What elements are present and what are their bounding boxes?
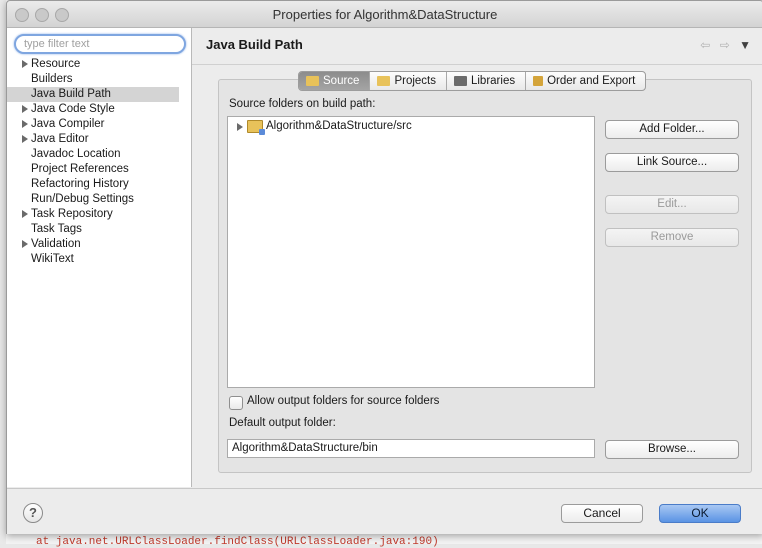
sidebar-item-label: Java Build Path (31, 88, 111, 100)
sidebar-item-task-repository[interactable]: Task Repository (7, 207, 191, 222)
window-title: Properties for Algorithm&DataStructure (272, 7, 498, 22)
expand-arrow-icon[interactable] (22, 105, 28, 113)
edit-button[interactable]: Edit... (605, 195, 739, 214)
ok-button[interactable]: OK (659, 504, 741, 523)
sidebar-item-label: Resource (31, 58, 81, 70)
sidebar-item-refactoring-history[interactable]: Refactoring History (7, 177, 191, 192)
dialog-footer: ? Cancel OK (7, 488, 762, 534)
sidebar-item-javadoc-location[interactable]: Javadoc Location (7, 147, 191, 162)
help-icon[interactable]: ? (23, 503, 43, 523)
tab-libraries[interactable]: Libraries (447, 72, 527, 90)
expand-arrow-icon[interactable] (22, 120, 28, 128)
tab-label: Libraries (470, 75, 516, 87)
filter-input[interactable]: type filter text (14, 34, 186, 54)
sidebar-item-wikitext[interactable]: WikiText (7, 252, 191, 267)
sidebar-item-java-code-style[interactable]: Java Code Style (7, 102, 191, 117)
properties-tree: Resource Builders Java Build Path Java C… (7, 57, 191, 267)
background-console-line: at java.net.URLClassLoader.findClass(URL… (36, 536, 439, 548)
source-folder-path: Algorithm&DataStructure/src (266, 120, 412, 132)
title-bar: Properties for Algorithm&DataStructure (7, 1, 762, 28)
sidebar-item-label: Java Code Style (31, 103, 115, 115)
properties-sidebar: type filter text Resource Builders Java … (7, 28, 192, 487)
sidebar-item-resource[interactable]: Resource (7, 57, 191, 72)
tab-label: Projects (394, 75, 436, 87)
default-output-label: Default output folder: (229, 417, 336, 429)
sidebar-item-label: Validation (31, 238, 81, 250)
page-title: Java Build Path (206, 37, 303, 52)
back-icon[interactable]: ⇦ (700, 38, 710, 52)
remove-button[interactable]: Remove (605, 228, 739, 247)
source-folder-icon (247, 120, 265, 135)
sidebar-item-project-references[interactable]: Project References (7, 162, 191, 177)
allow-output-folders-checkbox[interactable] (229, 396, 243, 410)
sidebar-item-label: Java Editor (31, 133, 89, 145)
properties-dialog: Properties for Algorithm&DataStructure t… (6, 0, 762, 534)
main-panel: Java Build Path ⇦ ⇨ ▼ Source Projects Li… (192, 28, 762, 487)
sidebar-item-label: WikiText (31, 253, 74, 265)
libraries-icon (453, 76, 467, 86)
expand-arrow-icon[interactable] (22, 210, 28, 218)
sidebar-item-label: Refactoring History (31, 178, 129, 190)
tab-projects[interactable]: Projects (370, 72, 447, 90)
sidebar-item-label: Project References (31, 163, 129, 175)
source-folders-label: Source folders on build path: (229, 98, 376, 110)
sidebar-item-label: Task Tags (31, 223, 82, 235)
sidebar-item-java-build-path[interactable]: Java Build Path (7, 87, 179, 102)
sidebar-item-task-tags[interactable]: Task Tags (7, 222, 191, 237)
sidebar-item-label: Run/Debug Settings (31, 193, 134, 205)
source-folder-icon (306, 76, 319, 86)
sidebar-item-java-compiler[interactable]: Java Compiler (7, 117, 191, 132)
default-output-field[interactable]: Algorithm&DataStructure/bin (227, 439, 595, 458)
expand-arrow-icon[interactable] (237, 122, 243, 131)
expand-arrow-icon[interactable] (22, 240, 28, 248)
browse-button[interactable]: Browse... (605, 440, 739, 459)
sidebar-item-label: Javadoc Location (31, 148, 121, 160)
add-folder-button[interactable]: Add Folder... (605, 120, 739, 139)
source-folders-list[interactable]: Algorithm&DataStructure/src (227, 116, 595, 388)
sidebar-item-label: Java Compiler (31, 118, 105, 130)
forward-icon[interactable]: ⇨ (720, 38, 730, 52)
projects-folder-icon (377, 76, 391, 86)
list-item[interactable]: Algorithm&DataStructure/src (237, 119, 412, 135)
sidebar-item-validation[interactable]: Validation (7, 237, 191, 252)
link-source-button[interactable]: Link Source... (605, 153, 739, 172)
header-divider (192, 64, 762, 65)
cancel-button[interactable]: Cancel (561, 504, 643, 523)
view-menu-icon[interactable]: ▼ (739, 38, 751, 52)
allow-output-folders-label: Allow output folders for source folders (247, 395, 440, 407)
tab-label: Order and Export (547, 75, 636, 87)
sidebar-item-builders[interactable]: Builders (7, 72, 191, 87)
tab-label: Source (323, 75, 360, 87)
order-export-icon (533, 76, 544, 86)
page-nav: ⇦ ⇨ ▼ (694, 38, 751, 52)
sidebar-item-label: Task Repository (31, 208, 113, 220)
tab-order-and-export[interactable]: Order and Export (526, 72, 645, 90)
expand-arrow-icon[interactable] (22, 135, 28, 143)
tab-source[interactable]: Source (299, 72, 371, 90)
sidebar-item-java-editor[interactable]: Java Editor (7, 132, 191, 147)
expand-arrow-icon[interactable] (22, 60, 28, 68)
sidebar-item-run-debug-settings[interactable]: Run/Debug Settings (7, 192, 191, 207)
tab-bar: Source Projects Libraries Order and Expo… (298, 71, 647, 91)
sidebar-item-label: Builders (31, 73, 73, 85)
